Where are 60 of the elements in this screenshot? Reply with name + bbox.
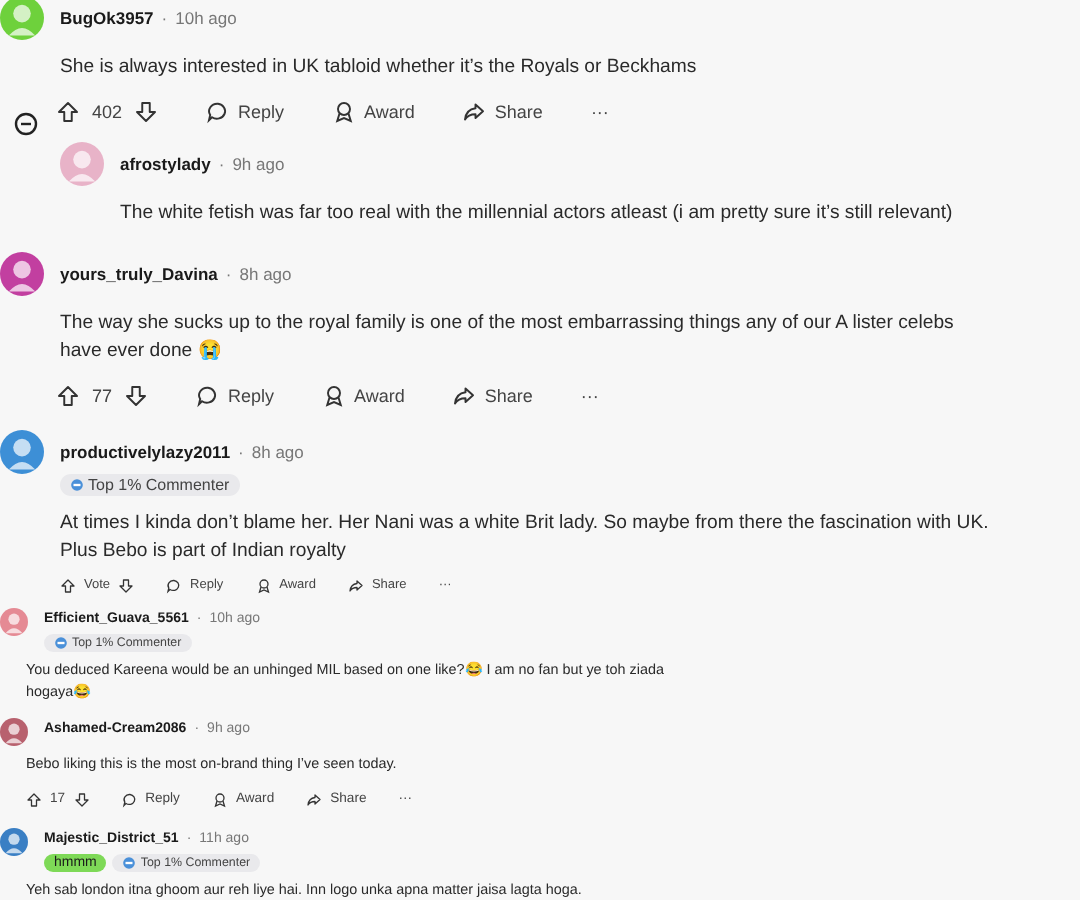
upvote-button[interactable]: [56, 99, 80, 124]
speech-bubble-icon: [206, 99, 231, 124]
upvote-button[interactable]: [26, 791, 42, 808]
badge-icon: [122, 855, 137, 870]
upvote-button[interactable]: [60, 577, 76, 594]
comment-text: The way she sucks up to the royal family is one of the most embarrassing things any of our A lister celebs have ever done 😭: [60, 309, 956, 366]
timestamp: 10h ago: [175, 8, 237, 28]
badge-icon: [70, 477, 84, 492]
share-button[interactable]: Share: [452, 383, 533, 408]
separator-dot: ·: [238, 441, 244, 462]
timestamp: 8h ago: [239, 263, 292, 284]
share-icon: [306, 791, 323, 808]
speech-bubble-icon: [166, 577, 183, 594]
username[interactable]: productivelylazy2011: [60, 441, 231, 462]
upvote-icon: [60, 577, 76, 594]
badge-icon: [54, 636, 68, 651]
downvote-button[interactable]: [134, 99, 159, 124]
comment-text: The white fetish was far too real with the millennial actors atleast (i am pretty sure it’s still relevant): [120, 199, 955, 228]
username[interactable]: BugOk3957: [60, 8, 154, 28]
speech-bubble-icon: [121, 791, 138, 808]
award-icon: [255, 577, 272, 594]
award-icon: [332, 99, 357, 124]
timestamp: 8h ago: [251, 441, 304, 462]
award-icon: [211, 791, 228, 808]
reply-button[interactable]: Reply: [196, 383, 275, 408]
vote-count: 402: [92, 101, 123, 122]
award-icon: [322, 383, 347, 408]
speech-bubble-icon: [196, 383, 221, 408]
username[interactable]: yours_truly_Davina: [60, 263, 218, 284]
upvote-button[interactable]: [56, 383, 80, 408]
comment-text: She is always interested in UK tabloid whether it’s the Royals or Beckhams: [60, 54, 699, 82]
reply-button[interactable]: Reply: [206, 99, 285, 124]
share-icon: [462, 99, 487, 124]
downvote-button[interactable]: [73, 791, 90, 808]
downvote-icon: [124, 383, 149, 408]
timestamp: 9h ago: [232, 153, 285, 174]
minus-icon: [14, 112, 38, 136]
more-button[interactable]: ···: [580, 385, 599, 406]
separator-dot: ·: [225, 263, 232, 284]
downvote-icon: [118, 577, 135, 594]
downvote-icon: [73, 791, 90, 808]
username[interactable]: afrostylady: [120, 153, 211, 174]
downvote-icon: [134, 99, 159, 124]
award-button[interactable]: Award: [332, 99, 415, 124]
collapse-button[interactable]: [12, 112, 40, 140]
commenter-badge: Top 1% Commenter: [60, 473, 240, 496]
separator-dot: ·: [218, 153, 225, 174]
comment-text: At times I kinda don’t blame her. Her Nani was a white Brit lady. So maybe from there the fascination with UK. Plus Bebo is part of Indian royalty: [60, 509, 991, 566]
upvote-icon: [56, 99, 80, 124]
share-icon: [452, 383, 477, 408]
vote-count: 77: [92, 385, 113, 406]
more-button[interactable]: ···: [590, 101, 609, 122]
separator-dot: ·: [161, 8, 168, 28]
upvote-icon: [56, 383, 80, 408]
share-button[interactable]: Share: [462, 99, 543, 124]
upvote-icon: [26, 791, 42, 808]
downvote-button[interactable]: [118, 577, 135, 594]
downvote-button[interactable]: [124, 383, 149, 408]
share-icon: [347, 577, 364, 594]
award-button[interactable]: Award: [322, 383, 405, 408]
